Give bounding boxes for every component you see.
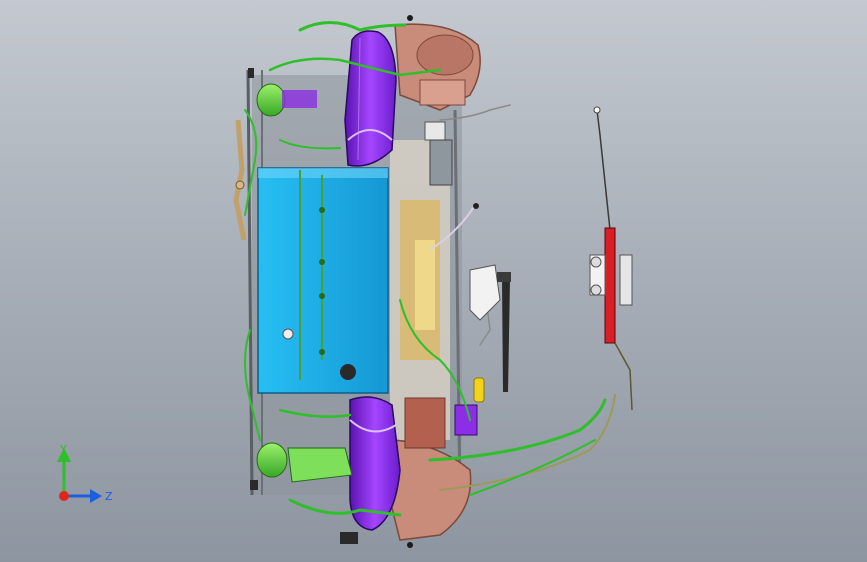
- white-mount-bracket[interactable]: [469, 264, 501, 321]
- engine-harness-assembly-model[interactable]: [0, 0, 867, 562]
- coordinate-triad: Y Z: [57, 443, 113, 503]
- lower-green-canister[interactable]: [256, 442, 353, 483]
- right-antenna-wire[interactable]: [593, 106, 611, 231]
- left-tan-bracket[interactable]: [233, 119, 247, 241]
- graphics-viewport[interactable]: Y Z: [0, 0, 867, 562]
- z-axis-arrow-icon: [64, 489, 102, 503]
- x-axis-origin-icon: [59, 491, 69, 501]
- upper-purple-fender[interactable]: [344, 30, 397, 167]
- upper-copper-housing[interactable]: [394, 23, 481, 111]
- battery-pack[interactable]: [257, 167, 389, 394]
- black-rod[interactable]: [497, 272, 511, 392]
- y-axis-label: Y: [59, 443, 67, 456]
- red-pump-assembly[interactable]: [589, 227, 633, 411]
- yellow-cap[interactable]: [473, 377, 485, 403]
- z-axis-label: Z: [105, 490, 113, 503]
